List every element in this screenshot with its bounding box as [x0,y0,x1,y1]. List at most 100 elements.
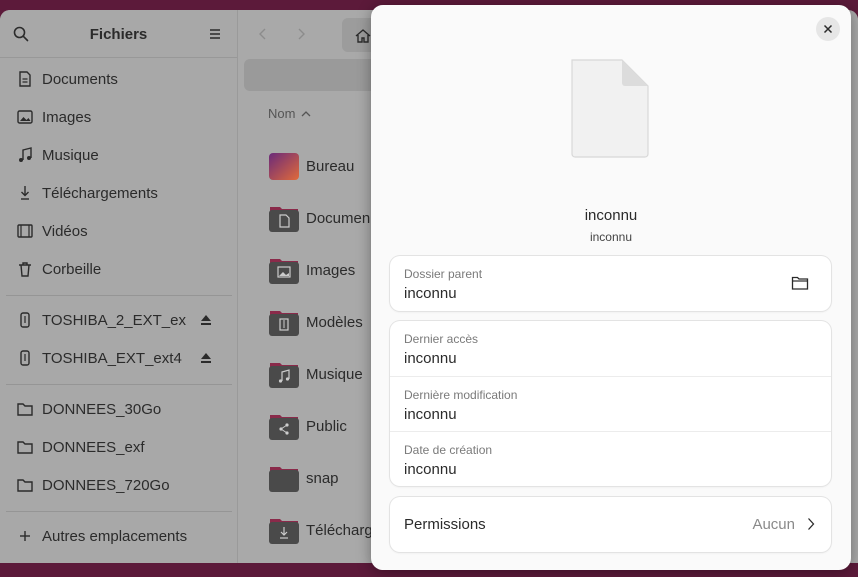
sidebar-item-drive-1[interactable]: TOSHIBA_2_EXT_ex [0,301,238,339]
open-folder-icon[interactable] [791,275,809,291]
images-folder-icon [269,259,299,284]
trash-icon [19,262,31,277]
sidebar-separator [6,384,232,385]
desktop-folder-icon [269,153,299,180]
forward-icon[interactable] [294,26,308,42]
file-icon [571,59,649,158]
music-icon [19,147,32,162]
sidebar-item-bookmark-1[interactable]: DONNEES_30Go [0,390,238,428]
file-item-downloads[interactable]: Télécharg [268,512,373,548]
sidebar: Fichiers Documents Images Musique Téléch… [0,10,238,563]
parent-folder-value: inconnu [404,285,457,302]
eject-icon[interactable] [200,314,212,326]
sidebar-item-images[interactable]: Images [0,98,238,136]
file-name: inconnu [584,207,638,224]
file-type: inconnu [589,230,633,244]
sidebar-item-label: Documents [42,70,118,88]
file-item-label: Musique [306,365,363,383]
file-item-documents[interactable]: Documen [268,200,370,236]
last-modified-row: Dernière modification inconnu [390,376,831,431]
folder-icon [269,467,299,492]
permissions-row[interactable]: Permissions Aucun [390,497,831,552]
sidebar-item-label: DONNEES_720Go [42,476,170,494]
back-icon[interactable] [256,26,270,42]
templates-folder-icon [269,311,299,336]
sidebar-item-documents[interactable]: Documents [0,60,238,98]
sidebar-item-label: DONNEES_30Go [42,400,162,418]
created-row: Date de création inconnu [390,431,831,486]
public-folder-icon [269,415,299,440]
dates-card: Dernier accès inconnu Dernière modificat… [390,321,831,486]
parent-folder-label: Dossier parent [404,267,483,281]
sidebar-item-label: Autres emplacements [42,527,188,545]
close-button[interactable] [816,17,840,41]
folder-icon [17,441,33,454]
sidebar-item-downloads[interactable]: Téléchargements [0,174,238,212]
file-item-label: Documen [306,209,371,227]
app-title: Fichiers [89,26,148,43]
home-icon[interactable] [354,27,372,45]
music-folder-icon [269,363,299,388]
file-item-desktop[interactable]: Bureau [268,148,354,184]
file-item-public[interactable]: Public [268,408,347,444]
file-item-label: Télécharg [306,521,373,539]
permissions-label: Permissions [404,516,486,533]
downloads-folder-icon [269,519,299,544]
permissions-card[interactable]: Permissions Aucun [390,497,831,552]
last-modified-label: Dernière modification [404,388,518,402]
last-access-label: Dernier accès [404,332,479,346]
file-item-label: snap [306,469,339,487]
sidebar-item-bookmark-3[interactable]: DONNEES_720Go [0,466,238,504]
file-item-label: Modèles [306,313,363,331]
eject-icon[interactable] [200,352,212,364]
sidebar-item-label: DONNEES_exf [42,438,145,456]
last-access-value: inconnu [404,350,457,367]
file-item-label: Bureau [306,157,355,175]
chevron-right-icon [808,518,815,530]
sidebar-item-other-locations[interactable]: Autres emplacements [0,517,238,555]
parent-folder-row: Dossier parent inconnu [390,256,831,311]
document-icon [19,71,31,87]
sidebar-item-label: Vidéos [42,222,88,240]
documents-folder-icon [269,207,299,232]
sidebar-item-bookmark-2[interactable]: DONNEES_exf [0,428,238,466]
created-value: inconnu [404,461,457,478]
folder-icon [17,403,33,416]
sidebar-item-label: Corbeille [42,260,102,278]
sidebar-item-label: Musique [42,146,99,164]
column-header-name[interactable]: Nom [268,106,311,121]
permissions-value: Aucun [752,516,795,533]
column-header-label: Nom [268,106,296,121]
download-icon [21,186,29,200]
created-label: Date de création [404,443,493,457]
properties-dialog: inconnu inconnu Dossier parent inconnu D… [371,5,851,570]
plus-icon [20,531,30,541]
sidebar-item-label: TOSHIBA_EXT_ext4 [42,349,182,367]
sidebar-item-videos[interactable]: Vidéos [0,212,238,250]
parent-folder-card: Dossier parent inconnu [390,256,831,311]
sidebar-item-trash[interactable]: Corbeille [0,250,238,288]
file-item-label: Images [306,261,356,279]
last-modified-value: inconnu [404,406,457,423]
file-item-snap[interactable]: snap [268,460,339,496]
sidebar-item-drive-2[interactable]: TOSHIBA_EXT_ext4 [0,339,238,377]
image-icon [17,110,33,124]
usb-icon [20,350,30,366]
sort-ascending-icon [301,110,311,116]
video-icon [17,224,33,238]
file-item-images[interactable]: Images [268,252,355,288]
file-item-music[interactable]: Musique [268,356,363,392]
sidebar-item-label: Téléchargements [42,184,158,202]
sidebar-header: Fichiers [0,10,237,58]
sidebar-separator [6,511,232,512]
file-item-templates[interactable]: Modèles [268,304,363,340]
usb-icon [20,312,30,328]
menu-icon[interactable] [206,25,224,43]
sidebar-item-music[interactable]: Musique [0,136,238,174]
sidebar-separator [6,295,232,296]
file-item-label: Public [306,417,347,435]
sidebar-item-label: TOSHIBA_2_EXT_ex [42,311,186,329]
sidebar-item-label: Images [42,108,92,126]
close-icon [823,24,833,34]
folder-icon [17,479,33,492]
